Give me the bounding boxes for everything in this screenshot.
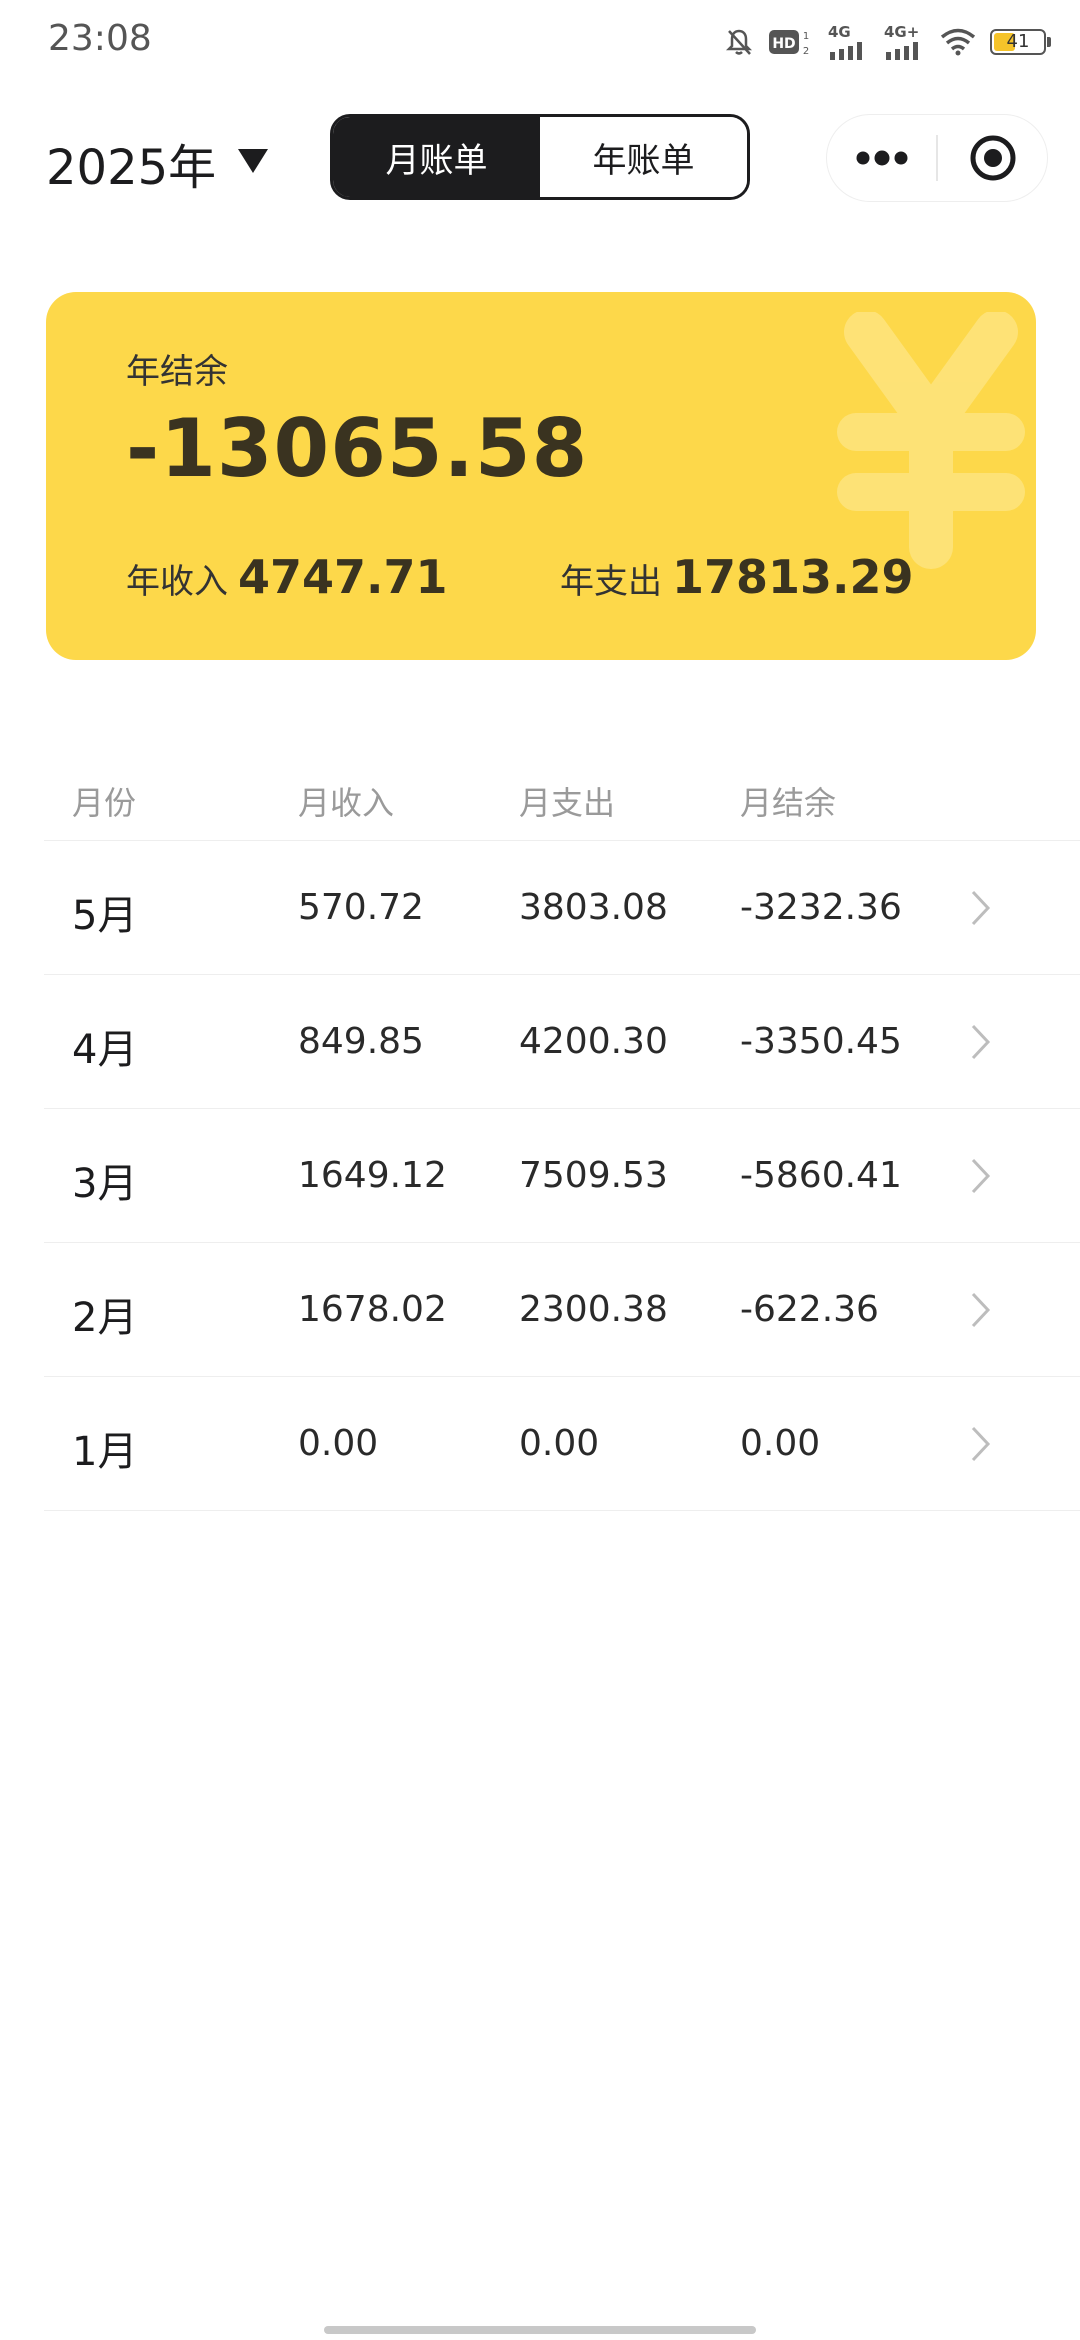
table-row[interactable]: 1月 0.00 0.00 0.00 xyxy=(44,1377,1080,1511)
year-balance-label: 年结余 xyxy=(126,352,228,392)
chevron-right-icon xyxy=(970,1425,992,1467)
mute-bell-icon xyxy=(724,27,754,57)
svg-text:2: 2 xyxy=(803,46,809,57)
year-expense: 年支出 17813.29 xyxy=(560,550,914,604)
row-income: 0.00 xyxy=(298,1423,379,1464)
row-income: 849.85 xyxy=(298,1021,424,1062)
signal-icon xyxy=(830,41,862,60)
chevron-right-icon xyxy=(970,1291,992,1333)
row-expense: 2300.38 xyxy=(519,1289,668,1330)
status-time: 23:08 xyxy=(48,18,152,59)
row-balance: 0.00 xyxy=(740,1423,821,1464)
row-balance: -3232.36 xyxy=(740,887,902,928)
status-bar: 23:08 HD 1 2 4G 4G+ 41 xyxy=(0,0,1080,84)
year-selector[interactable]: 2025年 xyxy=(46,128,270,198)
network-label-1: 4G xyxy=(828,22,851,41)
row-month: 1月 xyxy=(72,1429,138,1475)
row-balance: -622.36 xyxy=(740,1289,879,1330)
row-expense: 7509.53 xyxy=(519,1155,668,1196)
bill-tab-switch: 月账单 年账单 xyxy=(330,114,750,200)
yen-icon xyxy=(836,310,1026,576)
year-balance-value: -13065.58 xyxy=(126,402,589,495)
svg-text:HD: HD xyxy=(772,36,795,52)
signal-1: 4G xyxy=(828,22,870,60)
year-summary-card: 年结余 -13065.58 年收入 4747.71 年支出 17813.29 xyxy=(46,292,1036,660)
row-expense: 3803.08 xyxy=(519,887,668,928)
year-label: 2025年 xyxy=(46,140,217,196)
tab-yearly-bill[interactable]: 年账单 xyxy=(540,117,747,197)
table-row[interactable]: 5月 570.72 3803.08 -3232.36 xyxy=(44,841,1080,975)
miniprogram-capsule xyxy=(826,114,1048,202)
more-dots-icon xyxy=(856,150,907,166)
hd-icon: HD 1 2 xyxy=(768,27,814,57)
header-income: 月收入 xyxy=(298,784,395,822)
year-income: 年收入 4747.71 xyxy=(126,550,448,604)
row-expense: 4200.30 xyxy=(519,1021,668,1062)
chevron-right-icon xyxy=(970,1023,992,1065)
monthly-table: 月份 月收入 月支出 月结余 5月 570.72 3803.08 -3232.3… xyxy=(44,760,1080,1511)
status-icons: HD 1 2 4G 4G+ 41 xyxy=(724,22,1051,62)
row-income: 1649.12 xyxy=(298,1155,447,1196)
row-income: 570.72 xyxy=(298,887,424,928)
table-header: 月份 月收入 月支出 月结余 xyxy=(44,760,1080,841)
network-label-2: 4G+ xyxy=(884,22,920,41)
more-button[interactable] xyxy=(827,115,936,201)
row-income: 1678.02 xyxy=(298,1289,447,1330)
chevron-right-icon xyxy=(970,889,992,931)
svg-text:1: 1 xyxy=(803,31,809,42)
signal-2: 4G+ xyxy=(884,22,926,60)
table-row[interactable]: 2月 1678.02 2300.38 -622.36 xyxy=(44,1243,1080,1377)
year-expense-label: 年支出 xyxy=(560,562,662,602)
table-row[interactable]: 4月 849.85 4200.30 -3350.45 xyxy=(44,975,1080,1109)
year-income-label: 年收入 xyxy=(126,562,228,602)
battery-icon: 41 xyxy=(990,29,1051,55)
header-month: 月份 xyxy=(72,784,137,822)
wifi-icon xyxy=(940,28,976,56)
home-indicator[interactable] xyxy=(324,2326,756,2334)
tab-monthly-bill[interactable]: 月账单 xyxy=(333,117,540,197)
row-month: 5月 xyxy=(72,893,138,939)
triangle-down-icon xyxy=(236,147,270,179)
battery-level: 41 xyxy=(1006,31,1030,52)
row-month: 4月 xyxy=(72,1027,138,1073)
row-balance: -3350.45 xyxy=(740,1021,902,1062)
header-expense: 月支出 xyxy=(519,784,616,822)
year-income-value: 4747.71 xyxy=(238,550,448,604)
year-expense-value: 17813.29 xyxy=(672,550,914,604)
signal-icon xyxy=(886,41,918,60)
table-row[interactable]: 3月 1649.12 7509.53 -5860.41 xyxy=(44,1109,1080,1243)
header-balance: 月结余 xyxy=(740,784,837,822)
row-balance: -5860.41 xyxy=(740,1155,902,1196)
row-month: 2月 xyxy=(72,1295,138,1341)
row-expense: 0.00 xyxy=(519,1423,600,1464)
row-month: 3月 xyxy=(72,1161,138,1207)
chevron-right-icon xyxy=(970,1157,992,1199)
close-button[interactable] xyxy=(938,115,1047,201)
close-target-icon xyxy=(970,135,1015,181)
